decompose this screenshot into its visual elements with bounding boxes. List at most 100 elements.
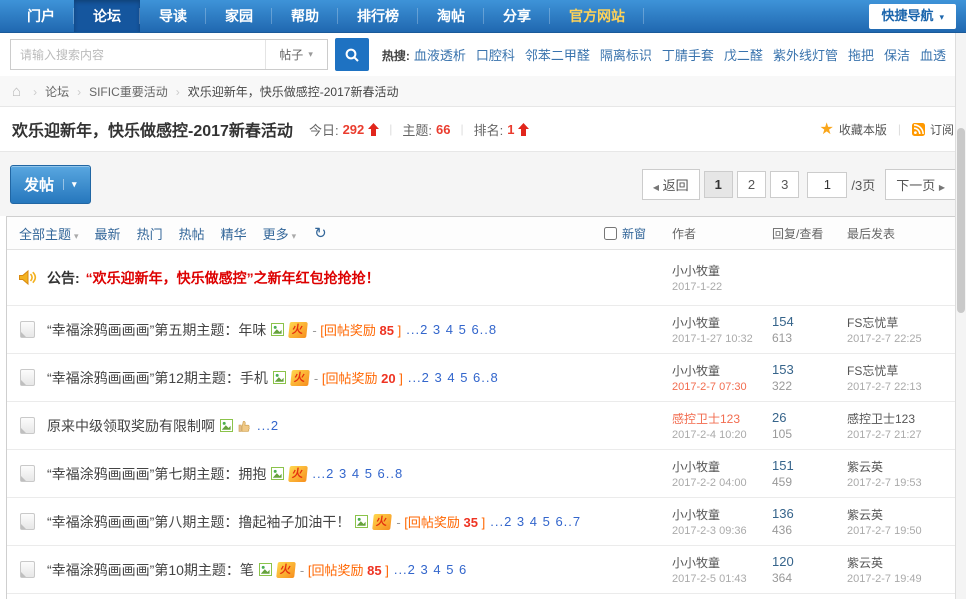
refresh-icon[interactable]: ↻ bbox=[314, 224, 327, 242]
nav-item[interactable]: 门户 bbox=[8, 0, 74, 32]
image-attachment-icon bbox=[355, 515, 368, 528]
thread-row: “幸福涂鸦画画画”第10期主题：笔 - [回帖奖励 85 ] ...2 3 4 … bbox=[7, 546, 959, 594]
thread-page-links[interactable]: ...2 3 4 5 6..8 bbox=[408, 370, 499, 385]
breadcrumb-link[interactable]: 欢乐迎新年，快乐做感控-2017新春活动 bbox=[188, 85, 399, 99]
nav-item[interactable]: 家园 bbox=[206, 0, 272, 32]
vertical-scrollbar bbox=[955, 33, 966, 599]
scrollbar-thumb[interactable] bbox=[957, 128, 965, 313]
thread-title-link[interactable]: 原来中级领取奖励有限制啊 bbox=[47, 416, 215, 436]
breadcrumb-link[interactable]: 论坛 bbox=[45, 85, 69, 99]
hot-keyword-link[interactable]: 丁腈手套 bbox=[662, 48, 714, 63]
last-post-date-link[interactable]: 2017-2-7 19:50 bbox=[847, 525, 959, 537]
last-post-date-link[interactable]: 2017-2-7 22:25 bbox=[847, 333, 959, 345]
thread-page-links[interactable]: ...2 bbox=[257, 418, 279, 433]
thread-title-link[interactable]: “幸福涂鸦画画画”第10期主题：笔 bbox=[47, 560, 254, 580]
hot-keyword-link[interactable]: 隔离标识 bbox=[600, 48, 652, 63]
last-post-author-link[interactable]: FS忘忧草 bbox=[847, 362, 959, 379]
nav-item[interactable]: 淘帖 bbox=[418, 0, 484, 32]
page-jump-input[interactable] bbox=[807, 172, 847, 198]
nav-item[interactable]: 分享 bbox=[484, 0, 550, 32]
page-number-button[interactable]: 3 bbox=[770, 171, 799, 198]
page-number-button[interactable]: 2 bbox=[737, 171, 766, 198]
page-total-label: /3页 bbox=[851, 175, 875, 194]
hot-keyword-link[interactable]: 保洁 bbox=[884, 48, 910, 63]
search-button[interactable] bbox=[335, 38, 369, 71]
last-post-author-link[interactable]: 感控卫士123 bbox=[847, 410, 959, 427]
filter-link[interactable]: 热门 bbox=[137, 224, 163, 243]
thread-author-link[interactable]: 小小牧童 bbox=[672, 458, 772, 475]
hot-keyword-link[interactable]: 口腔科 bbox=[476, 48, 515, 63]
reply-count: 151 bbox=[772, 458, 847, 473]
hot-fire-icon bbox=[288, 322, 308, 338]
thread-post-date: 2017-2-5 01:43 bbox=[672, 573, 772, 585]
thread-author-link[interactable]: 小小牧童 bbox=[672, 362, 772, 379]
rank-value: 1 bbox=[507, 122, 514, 137]
filter-link[interactable]: 全部主题 bbox=[19, 224, 79, 243]
thread-title-link[interactable]: “幸福涂鸦画画画”第七期主题：拥抱 bbox=[47, 464, 266, 484]
reply-reward-badge: - [回帖奖励 20 ] bbox=[314, 368, 403, 387]
filter-links: 全部主题最新热门热帖精华更多 ↻ bbox=[7, 224, 604, 243]
reply-count: 120 bbox=[772, 554, 847, 569]
page-number-button[interactable]: 1 bbox=[704, 171, 733, 198]
thread-author-link[interactable]: 小小牧童 bbox=[672, 554, 772, 571]
hot-search-label: 热搜: bbox=[382, 49, 410, 63]
nav-item[interactable]: 论坛 bbox=[74, 0, 140, 32]
filter-link[interactable]: 精华 bbox=[221, 224, 247, 243]
next-page-button[interactable]: 下一页 ▶ bbox=[885, 169, 956, 200]
thread-page-links[interactable]: ...2 3 4 5 6..8 bbox=[312, 466, 403, 481]
chevron-down-icon: ▾ bbox=[939, 12, 944, 22]
nav-item[interactable]: 官方网站 bbox=[550, 0, 644, 32]
hot-keyword-link[interactable]: 邻苯二甲醛 bbox=[525, 48, 590, 63]
up-arrow-icon bbox=[518, 123, 529, 136]
pagination: ◀ 返回 123 /3页 下一页 ▶ bbox=[638, 169, 956, 200]
thread-author-link[interactable]: 小小牧童 bbox=[672, 506, 772, 523]
thread-row: “幸福涂鸦画画画”第12期主题：手机 - [回帖奖励 20 ] ...2 3 4… bbox=[7, 354, 959, 402]
hot-keyword-link[interactable]: 拖把 bbox=[848, 48, 874, 63]
subscribe-button[interactable]: 订阅 bbox=[912, 121, 954, 138]
nav-item[interactable]: 排行榜 bbox=[338, 0, 418, 32]
back-button[interactable]: ◀ 返回 bbox=[642, 169, 700, 200]
forum-header: 欢乐迎新年，快乐做感控-2017新春活动 今日:292 | 主题:66 | 排名… bbox=[0, 106, 966, 152]
last-post-author-link[interactable]: 紫云英 bbox=[847, 554, 959, 571]
view-count: 459 bbox=[772, 475, 847, 489]
search-input[interactable] bbox=[11, 40, 265, 69]
quick-nav-button[interactable]: 快捷导航▾ bbox=[869, 4, 956, 29]
thread-title-link[interactable]: “幸福涂鸦画画画”第五期主题：年味 bbox=[47, 320, 266, 340]
threads-count: 66 bbox=[436, 122, 450, 137]
home-icon[interactable]: ⌂ bbox=[12, 83, 21, 100]
hot-keyword-link[interactable]: 戊二醛 bbox=[724, 48, 763, 63]
last-post-date-link[interactable]: 2017-2-7 19:49 bbox=[847, 573, 959, 585]
hot-keyword-link[interactable]: 血透 bbox=[920, 48, 946, 63]
hot-keyword-link[interactable]: 紫外线灯管 bbox=[773, 48, 838, 63]
chevron-down-icon: ▾ bbox=[308, 49, 313, 60]
thread-post-date: 2017-2-3 09:36 bbox=[672, 525, 772, 537]
last-post-date-link[interactable]: 2017-2-7 19:53 bbox=[847, 477, 959, 489]
thread-title-link[interactable]: “幸福涂鸦画画画”第12期主题：手机 bbox=[47, 368, 268, 388]
breadcrumb-link[interactable]: SIFIC重要活动 bbox=[89, 85, 168, 99]
last-post-date-link[interactable]: 2017-2-7 21:27 bbox=[847, 429, 959, 441]
favorite-board-button[interactable]: ★收藏本版 bbox=[820, 119, 887, 139]
thread-page-links[interactable]: ...2 3 4 5 6..7 bbox=[490, 514, 581, 529]
announcement-title-link[interactable]: “欢乐迎新年，快乐做感控”之新年红包抢抢抢！ bbox=[86, 268, 380, 288]
last-post-date-link[interactable]: 2017-2-7 22:13 bbox=[847, 381, 959, 393]
search-scope-select[interactable]: 帖子▾ bbox=[265, 40, 327, 69]
last-post-author-link[interactable]: 紫云英 bbox=[847, 458, 959, 475]
new-window-checkbox[interactable] bbox=[604, 227, 617, 240]
new-post-button[interactable]: 发帖▾ bbox=[10, 165, 91, 204]
nav-item[interactable]: 导读 bbox=[140, 0, 206, 32]
last-post-author-link[interactable]: FS忘忧草 bbox=[847, 314, 959, 331]
filter-link[interactable]: 更多 bbox=[263, 224, 297, 243]
announcement-author-link[interactable]: 小小牧童 bbox=[672, 262, 772, 279]
nav-item[interactable]: 帮助 bbox=[272, 0, 338, 32]
last-post-author-link[interactable]: 紫云英 bbox=[847, 506, 959, 523]
reply-count: 26 bbox=[772, 410, 847, 425]
reply-reward-badge: - [回帖奖励 35 ] bbox=[396, 512, 485, 531]
thread-page-links[interactable]: ...2 3 4 5 6..8 bbox=[406, 322, 497, 337]
thread-author-link[interactable]: 小小牧童 bbox=[672, 314, 772, 331]
thread-author-link[interactable]: 感控卫士123 bbox=[672, 410, 772, 427]
thread-page-links[interactable]: ...2 3 4 5 6 bbox=[394, 562, 467, 577]
hot-keyword-link[interactable]: 血液透析 bbox=[414, 48, 466, 63]
filter-link[interactable]: 最新 bbox=[95, 224, 121, 243]
thread-title-link[interactable]: “幸福涂鸦画画画”第八期主题：撸起袖子加油干！ bbox=[47, 512, 350, 532]
filter-link[interactable]: 热帖 bbox=[179, 224, 205, 243]
